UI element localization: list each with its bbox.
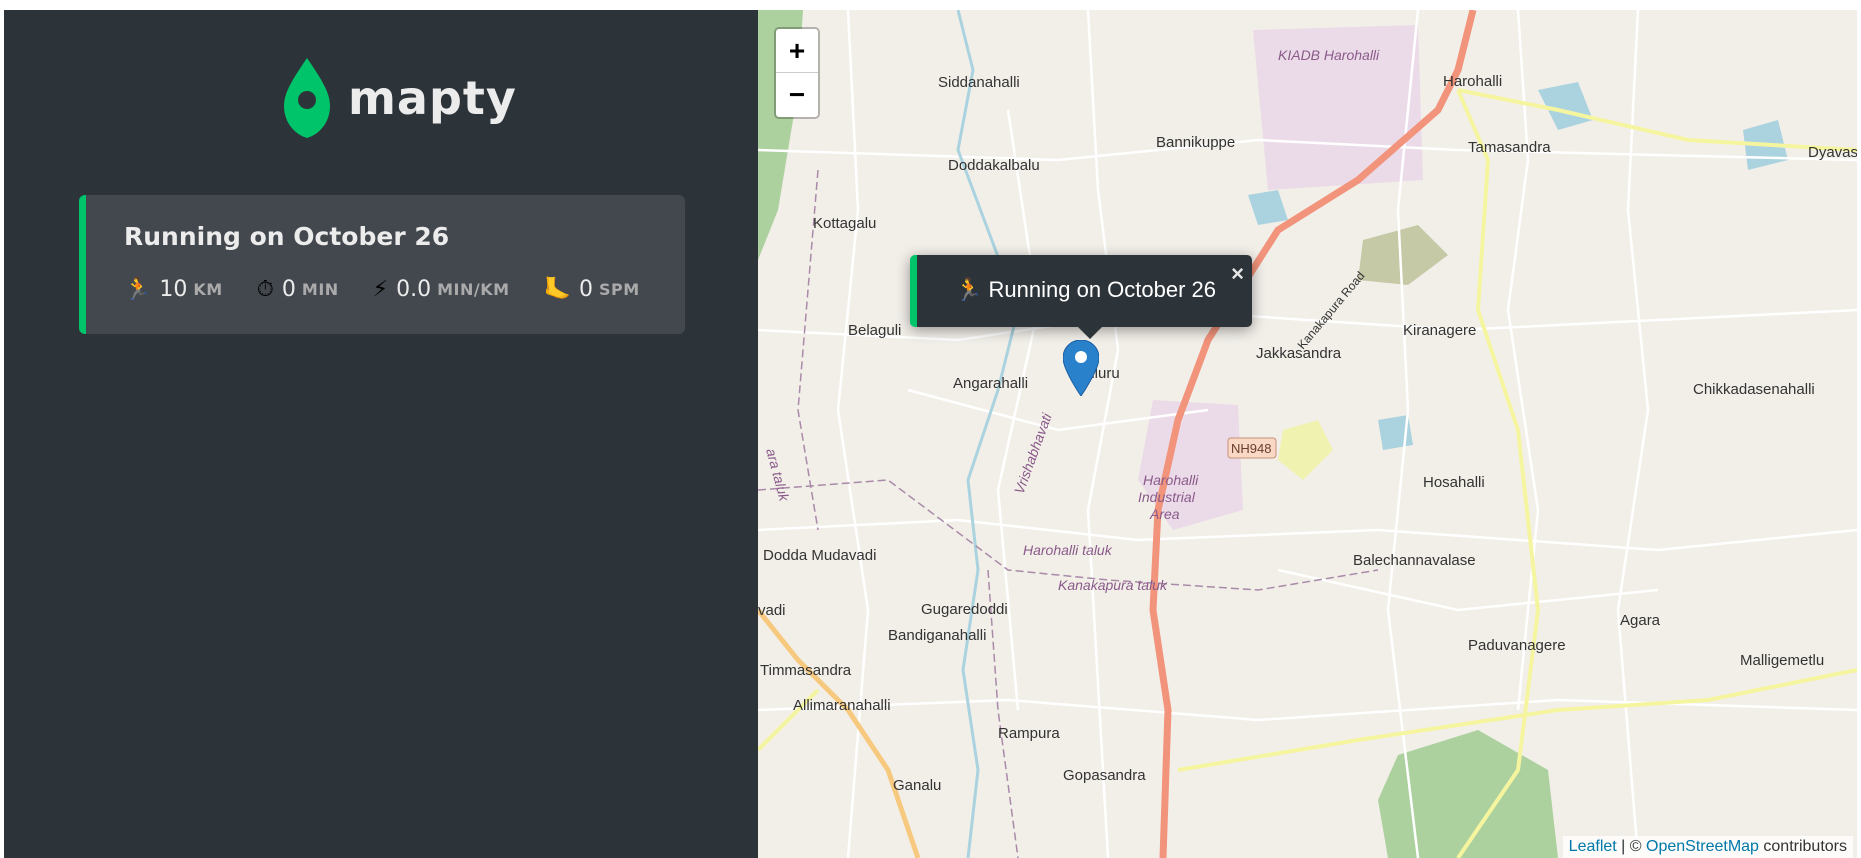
logo-text: mapty — [348, 71, 517, 125]
place-label-allimaranahalli: Allimaranahalli — [793, 697, 891, 714]
map-pin-logo-icon — [284, 58, 330, 138]
popup-title: Running on October 26 — [988, 277, 1217, 302]
duration-unit: min — [301, 280, 339, 299]
place-label-agara: Agara — [1620, 612, 1661, 629]
place-label-belaguli: Belaguli — [848, 322, 901, 339]
place-label-chikkadasenahalli: Chikkadasenahalli — [1693, 381, 1815, 398]
popup-close-button[interactable]: × — [1231, 261, 1244, 287]
place-label-rampura: Rampura — [998, 725, 1060, 742]
area-label-industrial: Industrial — [1138, 489, 1196, 505]
place-label-gopasandra: Gopasandra — [1063, 767, 1146, 784]
logo: mapty — [284, 58, 517, 138]
osm-link[interactable]: OpenStreetMap — [1646, 838, 1759, 855]
place-label-doddakalbalu: Doddakalbalu — [948, 157, 1040, 174]
route-label-nh948: NH948 — [1231, 441, 1271, 456]
area-label-harohalli-industrial: Harohalli — [1143, 472, 1199, 488]
place-label-bandiganahalli: Bandiganahalli — [888, 627, 986, 644]
boundary-label-harohalli-taluk: Harohalli taluk — [1023, 542, 1113, 558]
place-label-hosahalli: Hosahalli — [1423, 474, 1485, 491]
zoom-in-button[interactable]: + — [776, 29, 818, 73]
map-view[interactable]: Siddanahalli KIADB Harohalli Harohalli B… — [758, 10, 1857, 858]
place-label-harohalli: Harohalli — [1443, 73, 1502, 90]
place-label-gugaredoddi: Gugaredoddi — [921, 601, 1008, 618]
workout-details: 🏃 10 km ⏱ 0 min ⚡ 0.0 min/km 🦶 0 s — [124, 277, 640, 302]
stopwatch-icon: ⏱ — [256, 276, 274, 302]
place-label-siddanahalli: Siddanahalli — [938, 74, 1020, 91]
lightning-icon: ⚡ — [372, 276, 389, 302]
pace-value: 0.0 — [396, 277, 432, 302]
place-label-angarahalli: Angarahalli — [953, 375, 1028, 392]
place-label-bannikuppe: Bannikuppe — [1156, 134, 1235, 151]
place-label-tamasandra: Tamasandra — [1468, 139, 1551, 156]
runner-icon: 🏃 — [955, 277, 983, 302]
pace-unit: min/km — [437, 280, 510, 299]
workout-detail-duration: ⏱ 0 min — [257, 277, 339, 302]
sidebar: mapty Running on October 26 🏃 10 km ⏱ 0 … — [4, 10, 758, 858]
place-label-malligemetlu: Malligemetlu — [1740, 652, 1824, 669]
workout-title: Running on October 26 — [124, 222, 450, 251]
app-container: mapty Running on October 26 🏃 10 km ⏱ 0 … — [4, 10, 1857, 858]
workout-detail-pace: ⚡ 0.0 min/km — [373, 277, 510, 302]
place-label-kottagalu: Kottagalu — [813, 215, 876, 232]
workout-detail-cadence: 🦶 0 spm — [544, 277, 640, 302]
place-label-vadi: vadi — [758, 602, 786, 619]
runner-icon: 🏃 — [124, 276, 152, 302]
place-label-balechannavalase: Balechannavalase — [1353, 552, 1476, 569]
place-label-paduvanagere: Paduvanagere — [1468, 637, 1566, 654]
place-label-kiadb: KIADB Harohalli — [1278, 47, 1380, 63]
distance-value: 10 — [159, 277, 188, 302]
popup-content: 🏃 Running on October 26 — [955, 277, 1216, 303]
distance-unit: km — [193, 280, 223, 299]
popup-tip — [1077, 326, 1103, 339]
zoom-out-button[interactable]: − — [776, 73, 818, 117]
leaflet-link[interactable]: Leaflet — [1569, 838, 1617, 855]
place-label-ganalu: Ganalu — [893, 777, 941, 794]
cadence-unit: spm — [598, 280, 640, 299]
map-marker-icon[interactable] — [1063, 340, 1099, 396]
attribution-suffix: contributors — [1758, 838, 1847, 855]
attribution-separator: | © — [1616, 838, 1646, 855]
place-label-dodda-mudavadi: Dodda Mudavadi — [763, 547, 876, 564]
zoom-control: + − — [774, 27, 820, 119]
place-label-kiranagere: Kiranagere — [1403, 322, 1476, 339]
workout-card-running[interactable]: Running on October 26 🏃 10 km ⏱ 0 min ⚡ … — [79, 195, 685, 334]
workout-popup[interactable]: 🏃 Running on October 26 × — [910, 255, 1252, 339]
map-tiles[interactable]: Siddanahalli KIADB Harohalli Harohalli B… — [758, 10, 1857, 858]
area-label-area: Area — [1149, 506, 1180, 522]
foot-icon: 🦶 — [543, 276, 571, 302]
place-label-timmasandra: Timmasandra — [760, 662, 852, 679]
workout-detail-distance: 🏃 10 km — [124, 277, 223, 302]
boundary-label-kanakapura-taluk: Kanakapura taluk — [1058, 577, 1168, 593]
place-label-dyavasa: Dyavasa — [1808, 144, 1857, 161]
duration-value: 0 — [281, 277, 296, 302]
cadence-value: 0 — [578, 277, 593, 302]
